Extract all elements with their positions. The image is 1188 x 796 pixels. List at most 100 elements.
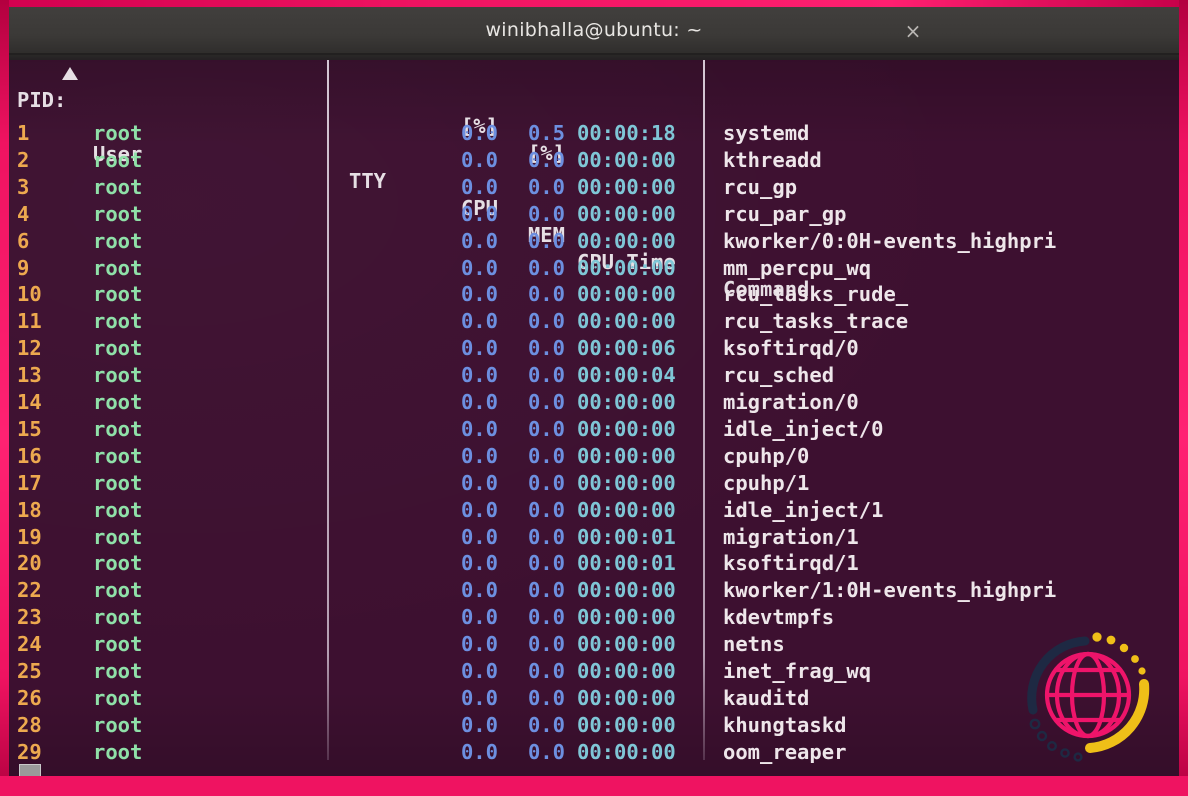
cell-cputime: 00:00:00	[577, 632, 676, 657]
cell-pid: 10	[17, 282, 42, 307]
cell-mem: 0.0	[527, 336, 565, 361]
cell-pid: 23	[17, 605, 42, 630]
cell-cputime: 00:00:00	[577, 685, 676, 710]
cell-command: systemd	[723, 121, 810, 145]
table-row[interactable]: 19 root 0.0 0.0 00:00:01 migration/1	[9, 524, 1179, 551]
pink-frame: winibhalla@ubuntu: ~ × PID: User TTY CPU…	[0, 0, 1188, 796]
table-row[interactable]: 10 root 0.0 0.0 00:00:00 rcu_tasks_rude_	[9, 281, 1179, 308]
cell-cpu: 0.0	[460, 309, 498, 334]
cell-pid: 20	[17, 551, 42, 576]
table-row[interactable]: 3 root 0.0 0.0 00:00:00 rcu_gp	[9, 174, 1179, 201]
cell-user: root	[93, 390, 143, 414]
cell-user: root	[93, 443, 143, 468]
table-row[interactable]: 18 root 0.0 0.0 00:00:00 idle_inject/1	[9, 497, 1179, 524]
sort-ascending-icon[interactable]	[62, 67, 78, 80]
cell-mem: 0.0	[527, 416, 565, 441]
cell-cpu: 0.0	[460, 336, 498, 361]
table-row[interactable]: 1 root 0.0 0.5 00:00:18 systemd	[9, 120, 1179, 147]
cell-cputime: 00:00:00	[577, 659, 676, 683]
cell-mem: 0.0	[527, 363, 565, 388]
cell-mem: 0.0	[527, 524, 565, 549]
frame-edge-right	[1179, 0, 1188, 796]
cell-mem: 0.0	[527, 201, 565, 226]
cell-pid: 29	[17, 739, 42, 764]
cell-mem: 0.0	[527, 443, 565, 468]
table-row[interactable]: 14 root 0.0 0.0 00:00:00 migration/0	[9, 389, 1179, 416]
cell-cputime: 00:00:04	[577, 363, 676, 388]
cell-mem: 0.0	[527, 712, 565, 737]
cell-cputime: 00:00:00	[577, 282, 676, 307]
cell-command: rcu_tasks_trace	[723, 309, 909, 334]
cell-user: root	[93, 255, 143, 280]
cell-cpu: 0.0	[460, 121, 498, 145]
cell-user: root	[93, 605, 143, 630]
table-row[interactable]: 16 root 0.0 0.0 00:00:00 cpuhp/0	[9, 443, 1179, 470]
cell-command: netns	[723, 632, 785, 657]
cell-user: root	[93, 685, 143, 710]
table-row[interactable]: 12 root 0.0 0.0 00:00:06 ksoftirqd/0	[9, 335, 1179, 362]
cell-pid: 28	[17, 712, 42, 737]
cell-cputime: 00:00:00	[577, 309, 676, 334]
close-icon[interactable]: ×	[900, 18, 926, 44]
table-row[interactable]: 24 root 0.0 0.0 00:00:00 netns	[9, 631, 1179, 658]
cell-cputime: 00:00:00	[577, 255, 676, 280]
cell-pid: 6	[17, 228, 30, 253]
cell-command: kthreadd	[723, 147, 822, 172]
cell-command: idle_inject/0	[723, 416, 884, 441]
table-row[interactable]: 2 root 0.0 0.0 00:00:00 kthreadd	[9, 147, 1179, 174]
cell-mem: 0.0	[527, 255, 565, 280]
cell-user: root	[93, 147, 143, 172]
table-row[interactable]: 25 root 0.0 0.0 00:00:00 inet_frag_wq	[9, 658, 1179, 685]
cell-mem: 0.5	[527, 121, 565, 145]
table-row[interactable]: 17 root 0.0 0.0 00:00:00 cpuhp/1	[9, 470, 1179, 497]
table-row[interactable]: 4 root 0.0 0.0 00:00:00 rcu_par_gp	[9, 201, 1179, 228]
cell-mem: 0.0	[527, 390, 565, 414]
table-row[interactable]: 22 root 0.0 0.0 00:00:00 kworker/1:0H-events_…	[9, 577, 1179, 604]
cell-user: root	[93, 121, 143, 145]
cell-user: root	[93, 578, 143, 603]
frame-edge-bottom	[0, 776, 1188, 796]
terminal-output-area[interactable]: PID: User TTY CPU MEM CPU Time Command […	[9, 60, 1179, 776]
terminal-window: winibhalla@ubuntu: ~ × PID: User TTY CPU…	[9, 7, 1179, 776]
cell-cpu: 0.0	[460, 416, 498, 441]
table-row[interactable]: 26 root 0.0 0.0 00:00:00 kauditd	[9, 685, 1179, 712]
cell-user: root	[93, 739, 143, 764]
table-row[interactable]: 9 root 0.0 0.0 00:00:00 mm_percpu_wq	[9, 255, 1179, 282]
table-row[interactable]: 6 root 0.0 0.0 00:00:00 kworker/0:0H-events_h…	[9, 228, 1179, 255]
cell-mem: 0.0	[527, 228, 565, 253]
window-titlebar[interactable]: winibhalla@ubuntu: ~ ×	[9, 7, 1179, 55]
table-row[interactable]: 29 root 0.0 0.0 00:00:00 oom_reaper	[9, 739, 1179, 766]
cell-command: kdevtmpfs	[723, 605, 835, 630]
table-row[interactable]: 13 root 0.0 0.0 00:00:04 rcu_sched	[9, 362, 1179, 389]
cell-cpu: 0.0	[460, 605, 498, 630]
cell-command: rcu_par_gp	[723, 201, 847, 226]
cell-cputime: 00:00:01	[577, 524, 676, 549]
cell-pid: 24	[17, 632, 42, 657]
cell-cputime: 00:00:18	[577, 121, 676, 145]
cell-pid: 12	[17, 336, 42, 361]
cell-mem: 0.0	[527, 685, 565, 710]
cell-pid: 9	[17, 255, 30, 280]
table-row[interactable]: 15 root 0.0 0.0 00:00:00 idle_inject/0	[9, 416, 1179, 443]
cell-user: root	[93, 309, 143, 334]
cell-cpu: 0.0	[460, 659, 498, 683]
cell-pid: 14	[17, 390, 42, 414]
cell-user: root	[93, 174, 143, 199]
cell-cpu: 0.0	[460, 578, 498, 603]
cell-cputime: 00:00:01	[577, 551, 676, 576]
table-row[interactable]: 23 root 0.0 0.0 00:00:00 kdevtmpfs	[9, 604, 1179, 631]
cell-cpu: 0.0	[460, 443, 498, 468]
cell-pid: 25	[17, 659, 42, 683]
table-row[interactable]: 28 root 0.0 0.0 00:00:00 khungtaskd	[9, 712, 1179, 739]
cell-user: root	[93, 363, 143, 388]
cell-pid: 16	[17, 443, 42, 468]
cell-cputime: 00:00:00	[577, 605, 676, 630]
terminal-cursor	[19, 764, 41, 776]
table-row[interactable]: 20 root 0.0 0.0 00:00:01 ksoftirqd/1	[9, 550, 1179, 577]
table-row[interactable]: 11 root 0.0 0.0 00:00:00 rcu_tasks_trace	[9, 308, 1179, 335]
cell-cputime: 00:00:00	[577, 470, 676, 495]
cell-user: root	[93, 497, 143, 522]
cell-command: rcu_gp	[723, 174, 798, 199]
cell-mem: 0.0	[527, 282, 565, 307]
cell-mem: 0.0	[527, 174, 565, 199]
